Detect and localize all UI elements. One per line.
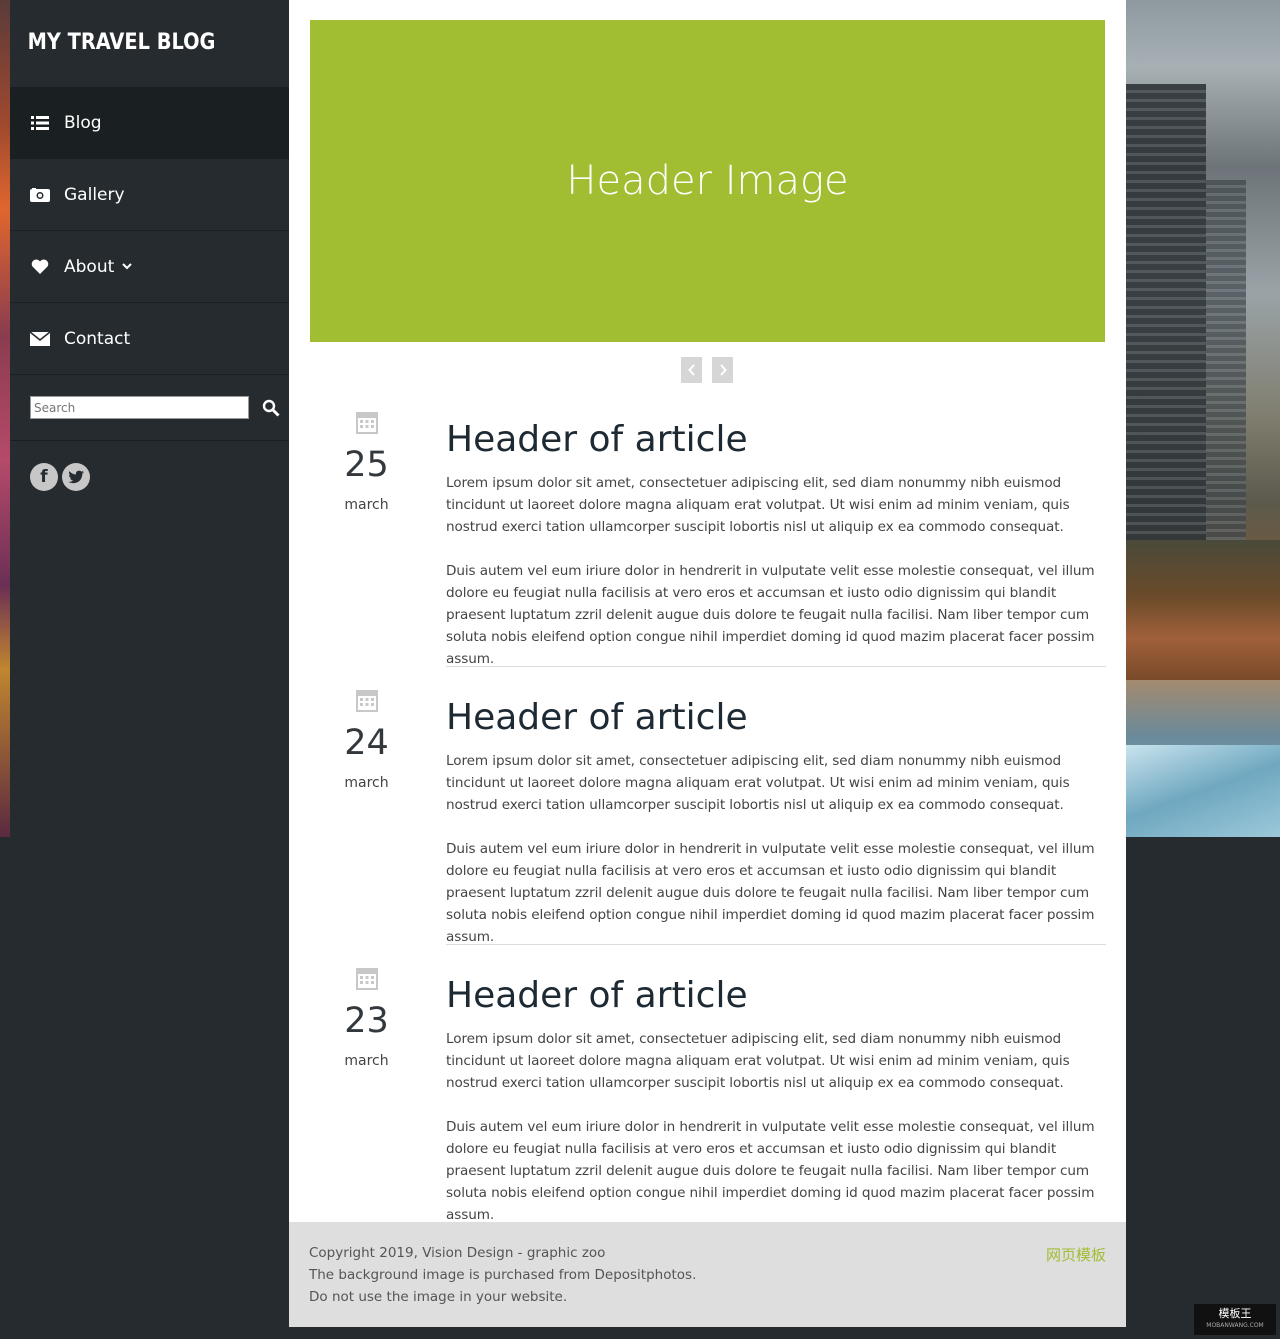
site-logo[interactable]: MY TRAVEL BLOG (10, 0, 256, 87)
article-title[interactable]: Header of article (446, 422, 1106, 458)
calendar-icon (329, 688, 404, 712)
chevron-down-icon (122, 263, 132, 270)
camera-icon (30, 185, 50, 205)
sidebar-item-blog[interactable]: Blog (10, 87, 289, 159)
article-divider (446, 666, 1106, 667)
watermark-sub: MOBANWANG.COM (1206, 1321, 1264, 1329)
footer-text: Copyright 2019, Vision Design - graphic … (309, 1242, 709, 1308)
search-form (10, 375, 289, 441)
chevron-right-icon (719, 364, 727, 376)
twitter-icon[interactable] (62, 463, 90, 491)
social-links: f (10, 441, 289, 491)
article-body: Header of article Lorem ipsum dolor sit … (446, 700, 1106, 948)
slider-controls (681, 357, 733, 383)
article-title[interactable]: Header of article (446, 978, 1106, 1014)
footer-template-link[interactable]: 网页模板 (1046, 1244, 1106, 1266)
sidebar-item-gallery[interactable]: Gallery (10, 159, 289, 231)
slider-prev-button[interactable] (681, 357, 702, 383)
article-paragraph: Lorem ipsum dolor sit amet, consectetuer… (446, 475, 1070, 535)
slider-next-button[interactable] (712, 357, 733, 383)
article-paragraph: Lorem ipsum dolor sit amet, consectetuer… (446, 1031, 1070, 1091)
sidebar-item-label: Gallery (64, 184, 125, 205)
article-paragraph: Duis autem vel eum iriure dolor in hendr… (446, 841, 1095, 945)
sidebar-item-label: About (64, 256, 115, 277)
footer-note: The background image is purchased from D… (309, 1267, 697, 1305)
sidebar-bottom (0, 837, 289, 1339)
article-body: Header of article Lorem ipsum dolor sit … (446, 422, 1106, 670)
ground-shape (1126, 540, 1280, 680)
water-shape (1126, 745, 1280, 837)
article-date: 23 march (329, 966, 404, 1069)
copyright-text: Copyright 2019, Vision Design - graphic … (309, 1245, 606, 1261)
building-shape (1126, 84, 1206, 564)
article-month: march (344, 497, 389, 513)
article-paragraph: Lorem ipsum dolor sit amet, consectetuer… (446, 753, 1070, 813)
background-left-strip (0, 0, 10, 837)
article-date: 25 march (329, 410, 404, 513)
sidebar-item-about[interactable]: About (10, 231, 289, 303)
facebook-icon[interactable]: f (30, 463, 58, 491)
envelope-icon (30, 329, 50, 349)
article-body: Header of article Lorem ipsum dolor sit … (446, 978, 1106, 1226)
sidebar: MY TRAVEL BLOG Blog Gallery About Contac… (10, 0, 289, 837)
article-day: 24 (344, 723, 389, 763)
article-month: march (344, 1053, 389, 1069)
article-title[interactable]: Header of article (446, 700, 1106, 736)
article-divider (446, 944, 1106, 945)
calendar-icon (329, 410, 404, 434)
main-content: Header Image 25 march Header of article … (289, 0, 1126, 1223)
article-month: march (344, 775, 389, 791)
sidebar-item-contact[interactable]: Contact (10, 303, 289, 375)
article-paragraph: Duis autem vel eum iriure dolor in hendr… (446, 1119, 1095, 1223)
background-city-image (1126, 0, 1280, 837)
search-icon[interactable] (261, 398, 281, 418)
header-image-label: Header Image (566, 158, 849, 204)
calendar-icon (329, 966, 404, 990)
search-input[interactable] (30, 396, 249, 419)
footer: Copyright 2019, Vision Design - graphic … (289, 1222, 1126, 1327)
list-icon (30, 113, 50, 133)
sidebar-item-label: Blog (64, 112, 102, 133)
article-date: 24 march (329, 688, 404, 791)
heart-icon (30, 257, 50, 277)
article-day: 23 (344, 1001, 389, 1041)
chevron-left-icon (687, 364, 695, 376)
article-paragraph: Duis autem vel eum iriure dolor in hendr… (446, 563, 1095, 667)
watermark-title: 模板王 (1218, 1306, 1252, 1320)
sidebar-item-label: Contact (64, 328, 131, 349)
article-day: 25 (344, 445, 389, 485)
watermark-logo: 模板王 MOBANWANG.COM (1194, 1304, 1276, 1335)
building-shape (1206, 180, 1246, 560)
header-image: Header Image (310, 20, 1105, 342)
